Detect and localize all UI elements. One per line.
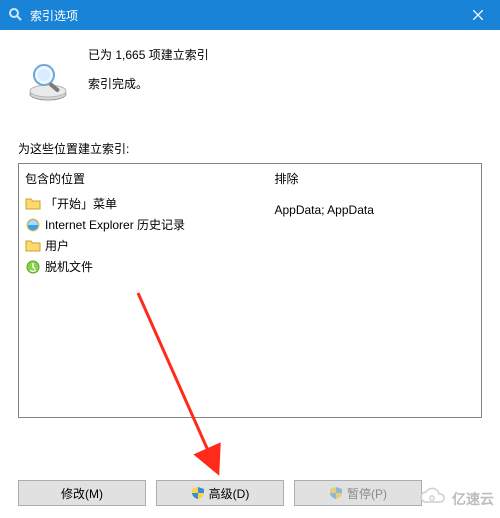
exclude-value: AppData; AppData	[274, 201, 475, 219]
folder-icon	[25, 238, 41, 254]
list-item[interactable]: 「开始」菜单	[25, 193, 262, 214]
list-item[interactable]: 用户	[25, 235, 262, 256]
button-label: 暂停(P)	[347, 485, 387, 502]
folder-icon	[25, 196, 41, 212]
included-column: 包含的位置 「开始」菜单 Internet Explorer 历史记录 用户 脱…	[19, 164, 268, 417]
locations-panel: 包含的位置 「开始」菜单 Internet Explorer 历史记录 用户 脱…	[18, 163, 482, 418]
indexed-count: 已为 1,665 项建立索引	[88, 46, 482, 63]
uac-shield-icon	[329, 486, 343, 500]
excluded-header: 排除	[274, 168, 475, 193]
cloud-icon	[418, 487, 448, 510]
excluded-column: 排除 AppData; AppData	[268, 164, 481, 417]
watermark: 亿速云	[418, 487, 494, 510]
close-button[interactable]	[455, 0, 500, 30]
button-label: 修改(M)	[61, 485, 103, 502]
list-item-label: 「开始」菜单	[45, 195, 117, 212]
indexing-status: 索引完成。	[88, 75, 482, 92]
list-item-label: 用户	[45, 237, 69, 254]
list-item-label: Internet Explorer 历史记录	[45, 216, 185, 233]
magnifier-drive-icon	[26, 62, 70, 105]
watermark-text: 亿速云	[452, 489, 494, 509]
list-item[interactable]: 脱机文件	[25, 256, 262, 277]
window-title: 索引选项	[30, 7, 78, 24]
list-item[interactable]: Internet Explorer 历史记录	[25, 214, 262, 235]
button-label: 高级(D)	[209, 485, 250, 502]
exclude-value	[274, 219, 475, 223]
uac-shield-icon	[191, 486, 205, 500]
offline-files-icon	[25, 259, 41, 275]
list-item-label: 脱机文件	[45, 258, 93, 275]
modify-button[interactable]: 修改(M)	[18, 480, 146, 506]
titlebar: 索引选项	[0, 0, 500, 30]
included-header: 包含的位置	[25, 168, 262, 193]
locations-label: 为这些位置建立索引:	[18, 140, 482, 157]
indexing-options-icon	[8, 7, 24, 23]
button-row: 修改(M) 高级(D) 暂停(P)	[18, 480, 422, 506]
status-block: 已为 1,665 项建立索引 索引完成。	[88, 46, 482, 92]
pause-button[interactable]: 暂停(P)	[294, 480, 422, 506]
ie-icon	[25, 217, 41, 233]
advanced-button[interactable]: 高级(D)	[156, 480, 284, 506]
